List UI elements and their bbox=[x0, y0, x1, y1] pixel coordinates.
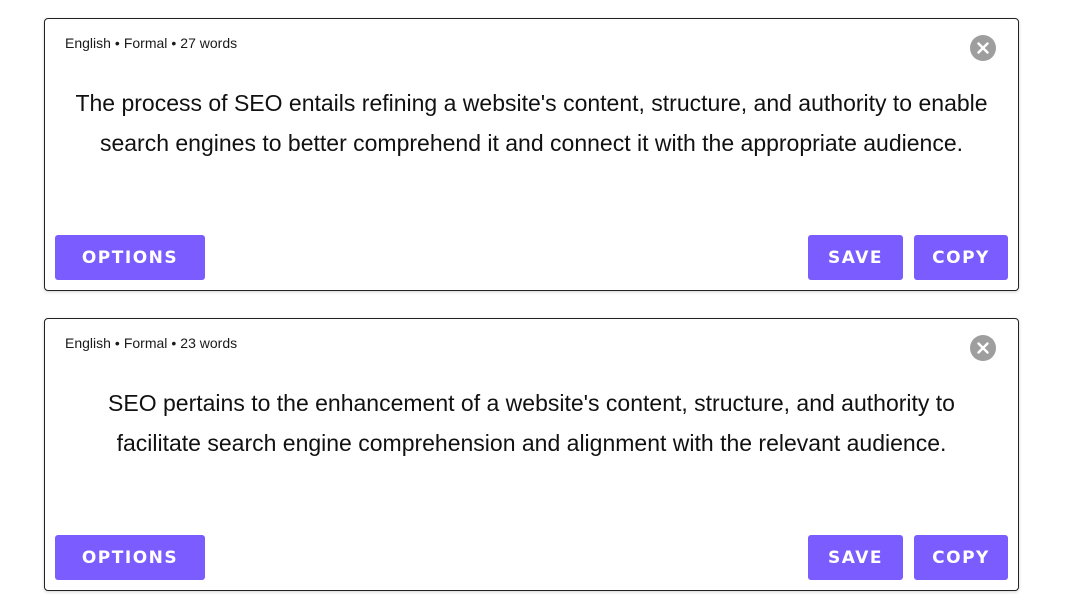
close-icon bbox=[977, 342, 989, 354]
tone-label: Formal bbox=[123, 335, 168, 351]
options-button[interactable]: OPTIONS bbox=[55, 235, 205, 280]
close-icon bbox=[977, 42, 989, 54]
rewritten-text: SEO pertains to the enhancement of a web… bbox=[108, 390, 955, 456]
word-count: 27 words bbox=[180, 35, 238, 51]
copy-button[interactable]: COPY bbox=[914, 235, 1008, 280]
tone-label: Formal bbox=[123, 35, 168, 51]
language-label: English bbox=[65, 35, 111, 51]
result-card: English • Formal • 23 words SEO pertains… bbox=[44, 318, 1019, 591]
copy-button[interactable]: COPY bbox=[914, 535, 1008, 580]
save-button[interactable]: SAVE bbox=[808, 535, 903, 580]
word-count: 23 words bbox=[180, 335, 238, 351]
result-card: English • Formal • 27 words The process … bbox=[44, 18, 1019, 291]
meta-separator: • bbox=[114, 335, 120, 351]
meta-separator: • bbox=[171, 35, 177, 51]
rewritten-text: The process of SEO entails refining a we… bbox=[75, 90, 988, 156]
result-meta: English • Formal • 27 words bbox=[65, 35, 237, 51]
language-label: English bbox=[65, 335, 111, 351]
options-button[interactable]: OPTIONS bbox=[55, 535, 205, 580]
meta-separator: • bbox=[114, 35, 120, 51]
close-button[interactable] bbox=[970, 35, 996, 61]
close-button[interactable] bbox=[970, 335, 996, 361]
save-button[interactable]: SAVE bbox=[808, 235, 903, 280]
result-meta: English • Formal • 23 words bbox=[65, 335, 237, 351]
meta-separator: • bbox=[171, 335, 177, 351]
